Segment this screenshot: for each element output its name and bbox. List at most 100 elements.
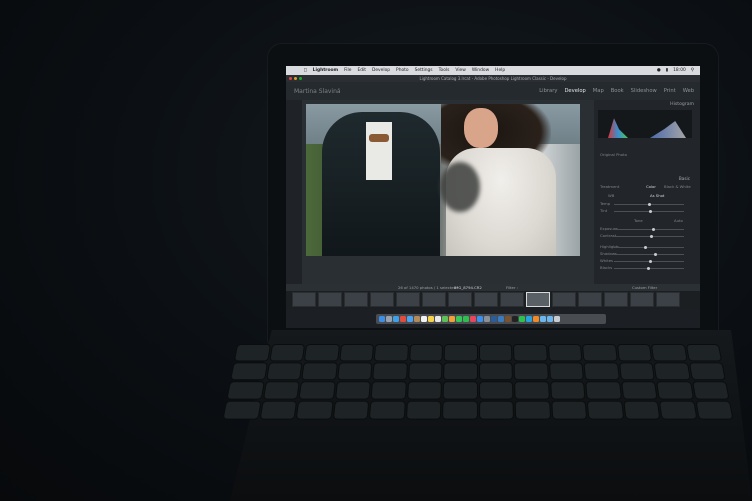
notes-icon[interactable] — [428, 316, 434, 322]
menu-file[interactable]: File — [344, 66, 351, 75]
menu-lightroom[interactable]: Lightroom — [313, 66, 338, 75]
filmstrip-thumb[interactable] — [604, 292, 628, 307]
module-slideshow[interactable]: Slideshow — [631, 88, 657, 94]
filmstrip-thumb-selected[interactable] — [526, 292, 550, 307]
histogram[interactable] — [598, 110, 692, 138]
shadows-knob[interactable] — [654, 253, 657, 256]
filmstrip-thumb[interactable] — [448, 292, 472, 307]
maps-icon[interactable] — [442, 316, 448, 322]
menu-develop[interactable]: Develop — [372, 66, 390, 75]
filmstrip-thumb[interactable] — [656, 292, 680, 307]
launchpad-icon[interactable] — [386, 316, 392, 322]
photoshop-icon[interactable] — [491, 316, 497, 322]
folder-icon[interactable] — [540, 316, 546, 322]
key — [406, 401, 441, 419]
settings-icon[interactable] — [484, 316, 490, 322]
module-library[interactable]: Library — [539, 88, 557, 94]
filmstrip-thumb[interactable] — [578, 292, 602, 307]
terminal-icon[interactable] — [512, 316, 518, 322]
menu-window[interactable]: Window — [472, 66, 489, 75]
whites-knob[interactable] — [649, 260, 652, 263]
tint-knob[interactable] — [649, 210, 652, 213]
temp-knob[interactable] — [648, 203, 651, 206]
filmstrip-thumb[interactable] — [422, 292, 446, 307]
downloads-icon[interactable] — [547, 316, 553, 322]
music-icon[interactable] — [470, 316, 476, 322]
menubar-clock[interactable]: 18:00 — [673, 66, 686, 75]
zoom-icon[interactable] — [299, 77, 302, 80]
blacks-knob[interactable] — [647, 267, 650, 270]
whites-slider[interactable] — [614, 260, 684, 263]
contacts-icon[interactable] — [414, 316, 420, 322]
messages-icon[interactable] — [456, 316, 462, 322]
exposure-slider[interactable] — [614, 228, 684, 231]
trash-icon[interactable] — [554, 316, 560, 322]
apple-icon[interactable]:  — [304, 66, 307, 75]
tone-auto-button[interactable]: Auto — [674, 218, 683, 223]
highlights-slider[interactable] — [614, 246, 684, 249]
skype-icon[interactable] — [526, 316, 532, 322]
reminders-icon[interactable] — [435, 316, 441, 322]
custom-filter-select[interactable]: Custom Filter — [632, 284, 657, 291]
mac-dock — [376, 314, 606, 324]
filmstrip-thumb[interactable] — [552, 292, 576, 307]
shadows-slider[interactable] — [614, 253, 684, 256]
filmstrip-thumb[interactable] — [396, 292, 420, 307]
filmstrip-thumb[interactable] — [344, 292, 368, 307]
menu-photo[interactable]: Photo — [396, 66, 409, 75]
bridge-icon[interactable] — [505, 316, 511, 322]
menu-tools[interactable]: Tools — [439, 66, 450, 75]
wb-select[interactable]: As Shot — [650, 193, 664, 198]
filmstrip-thumb[interactable] — [370, 292, 394, 307]
wedding-photo[interactable] — [306, 104, 580, 256]
module-book[interactable]: Book — [611, 88, 624, 94]
close-icon[interactable] — [289, 77, 292, 80]
filmstrip-thumb[interactable] — [292, 292, 316, 307]
menu-view[interactable]: View — [455, 66, 465, 75]
battery-icon[interactable]: ▮ — [666, 66, 668, 75]
filmstrip-thumb[interactable] — [474, 292, 498, 307]
search-icon[interactable]: ⚲ — [691, 66, 694, 75]
vlc-icon[interactable] — [533, 316, 539, 322]
calendar-icon[interactable] — [421, 316, 427, 322]
lightroom-icon[interactable] — [498, 316, 504, 322]
mail-icon[interactable] — [407, 316, 413, 322]
original-photo-checkbox[interactable]: Original Photo — [600, 152, 627, 157]
basic-panel-title[interactable]: Basic — [679, 176, 690, 181]
current-filename[interactable]: IMG_8794.CR2 — [454, 284, 482, 291]
blacks-slider[interactable] — [614, 267, 684, 270]
chrome-icon[interactable] — [400, 316, 406, 322]
key — [479, 401, 513, 419]
module-print[interactable]: Print — [664, 88, 676, 94]
photos-icon[interactable] — [449, 316, 455, 322]
treatment-bw-button[interactable]: Black & White — [664, 184, 691, 189]
histogram-shadows — [608, 118, 628, 138]
menu-help[interactable]: Help — [495, 66, 505, 75]
spotify-icon[interactable] — [519, 316, 525, 322]
module-map[interactable]: Map — [593, 88, 604, 94]
highlights-knob[interactable] — [644, 246, 647, 249]
tint-slider[interactable] — [614, 210, 684, 213]
finder-icon[interactable] — [379, 316, 385, 322]
treatment-color-button[interactable]: Color — [646, 184, 656, 189]
module-web[interactable]: Web — [683, 88, 694, 94]
module-develop[interactable]: Develop — [564, 88, 585, 94]
filmstrip-thumb[interactable] — [500, 292, 524, 307]
temp-slider[interactable] — [614, 203, 684, 206]
wifi-icon[interactable]: ● — [657, 66, 661, 75]
filmstrip-thumb[interactable] — [630, 292, 654, 307]
histogram-title[interactable]: Histogram — [670, 102, 694, 107]
contrast-knob[interactable] — [650, 235, 653, 238]
safari-icon[interactable] — [393, 316, 399, 322]
menu-settings[interactable]: Settings — [415, 66, 433, 75]
menu-edit[interactable]: Edit — [357, 66, 366, 75]
key — [302, 363, 337, 380]
contrast-slider[interactable] — [614, 235, 684, 238]
facetime-icon[interactable] — [463, 316, 469, 322]
filmstrip-thumb[interactable] — [318, 292, 342, 307]
exposure-knob[interactable] — [652, 228, 655, 231]
minimize-icon[interactable] — [294, 77, 297, 80]
module-picker: Library Develop Map Book Slideshow Print… — [539, 88, 694, 94]
left-panel-collapsed[interactable] — [286, 100, 302, 284]
appstore-icon[interactable] — [477, 316, 483, 322]
